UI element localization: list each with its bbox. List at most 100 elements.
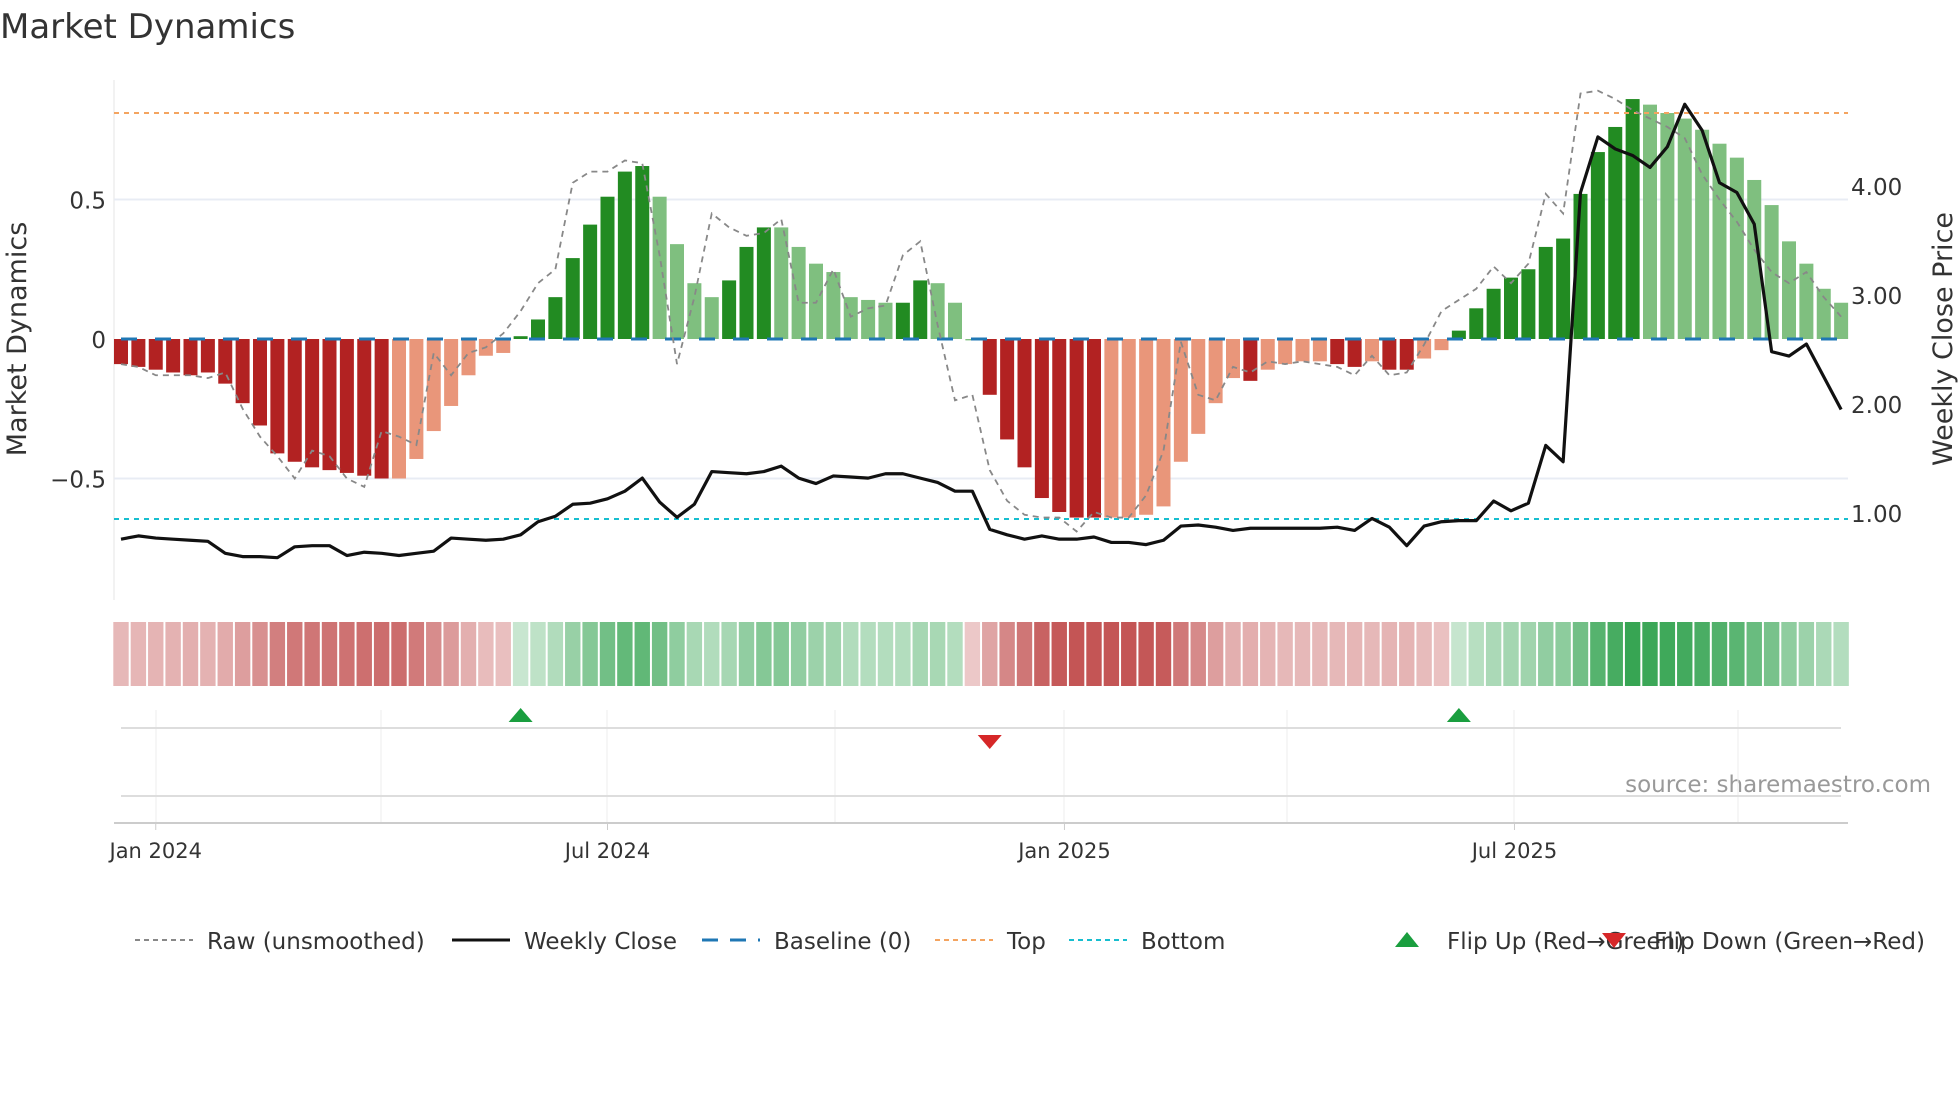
bar (531, 319, 545, 339)
flip-up-marker (1446, 708, 1471, 722)
regime-cell (1624, 622, 1641, 686)
regime-cell (773, 622, 789, 686)
bar (1469, 308, 1484, 339)
legend-label: Flip Down (Green→Red) (1654, 929, 1925, 955)
bar (1834, 302, 1849, 339)
bar (1608, 126, 1623, 340)
bar (357, 339, 372, 476)
regime-cell (1103, 622, 1120, 686)
bar (148, 339, 163, 370)
bar (930, 283, 945, 339)
bar (722, 280, 737, 339)
regime-cell (1399, 622, 1415, 686)
bar (322, 339, 337, 471)
flip-up-icon (1395, 932, 1419, 947)
bar (756, 227, 771, 339)
bar (600, 196, 615, 339)
regime-cell (1520, 622, 1537, 686)
bar (1556, 238, 1571, 339)
y2-tick-label: 4.00 (1851, 175, 1902, 201)
regime-cell (599, 622, 616, 686)
bar (1504, 277, 1518, 339)
bar (305, 339, 320, 468)
regime-cell (1381, 622, 1398, 686)
bar (1365, 339, 1379, 362)
bar (1069, 339, 1084, 518)
bar (1243, 339, 1258, 381)
regime-cell (304, 622, 320, 686)
y-tick-label: 0.5 (69, 189, 106, 215)
regime-cell (252, 622, 268, 686)
bar (1121, 339, 1136, 518)
bar (461, 339, 476, 376)
source-label: source: sharemaestro.com (1625, 772, 1931, 798)
y-tick-label: −0.5 (50, 468, 106, 494)
regime-cell (756, 622, 772, 686)
bar (687, 283, 702, 339)
bar (1486, 288, 1501, 339)
regime-cell (651, 622, 668, 686)
y2-tick-label: 1.00 (1851, 502, 1902, 528)
regime-cell (234, 622, 251, 686)
regime-cell (287, 622, 303, 686)
regime-cell (1068, 622, 1085, 686)
regime-cell (582, 622, 598, 686)
legend-label: Top (1006, 929, 1046, 955)
bar (339, 339, 354, 473)
regime-cell (704, 622, 720, 686)
y2-tick-label: 2.00 (1851, 393, 1902, 419)
y2-axis-label: Weekly Close Price (1928, 212, 1959, 466)
bar (739, 246, 754, 339)
regime-cell (1746, 622, 1762, 686)
bar (1625, 99, 1640, 339)
regime-cell (1242, 622, 1259, 686)
regime-cell (1051, 622, 1067, 686)
regime-cell (1555, 622, 1571, 686)
regime-cell (426, 622, 442, 686)
bar (913, 280, 928, 339)
legend-label: Baseline (0) (774, 929, 911, 955)
bar (826, 272, 841, 339)
bar (617, 171, 632, 339)
regime-cell (130, 622, 147, 686)
regime-cell (895, 622, 911, 686)
regime-cell (843, 622, 859, 686)
regime-cell (860, 622, 876, 686)
regime-cell (1155, 622, 1172, 686)
x-tick-label: Jul 2024 (563, 839, 650, 863)
chart-title: Market Dynamics (0, 7, 295, 47)
regime-cell (1173, 622, 1189, 686)
regime-cell (1538, 622, 1554, 686)
regime-cell (1121, 622, 1137, 686)
regime-cell (460, 622, 477, 686)
bar (253, 339, 267, 426)
legend-label: Weekly Close (524, 929, 677, 955)
regime-cell (617, 622, 633, 686)
bar (200, 339, 215, 373)
bar (895, 302, 910, 339)
bar (114, 339, 128, 365)
bar (166, 339, 181, 373)
bar (1538, 246, 1553, 339)
bar (1312, 339, 1327, 362)
regime-cell (1433, 622, 1450, 686)
regime-cell (1016, 622, 1033, 686)
regime-cell (808, 622, 824, 686)
bar (1104, 339, 1119, 518)
bar (635, 166, 650, 339)
regime-cell (1138, 622, 1154, 686)
bar (374, 339, 389, 479)
regime-cell (1781, 622, 1797, 686)
bar (652, 196, 667, 339)
regime-cell (1485, 622, 1502, 686)
regime-cell (912, 622, 928, 686)
bar (1139, 339, 1154, 515)
bar (982, 339, 997, 395)
bar (861, 299, 876, 339)
bar (235, 339, 250, 404)
regime-cell (1642, 622, 1658, 686)
flip-up-marker (508, 708, 533, 722)
bar (1643, 104, 1657, 339)
regime-cell (1416, 622, 1432, 686)
bar (1590, 152, 1605, 339)
